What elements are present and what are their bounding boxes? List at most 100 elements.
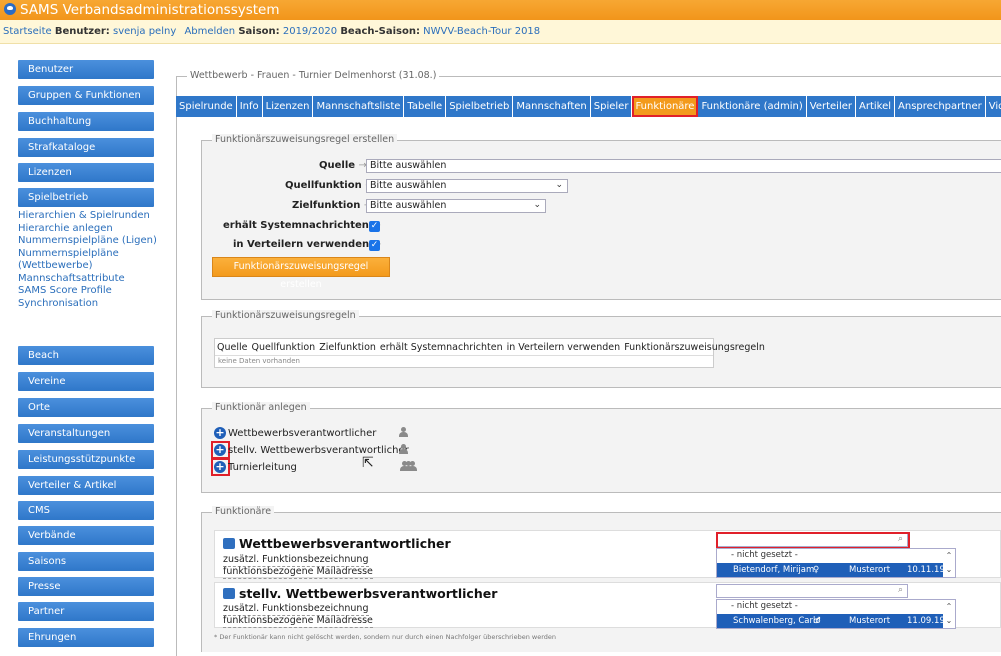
nav-buchhaltung[interactable]: Buchhaltung: [18, 112, 154, 131]
mail-field[interactable]: funktionsbezogene Mailadresse: [223, 566, 373, 579]
nav-lizenzen[interactable]: Lizenzen: [18, 163, 154, 182]
source-label: Quelle →: [319, 160, 367, 171]
subnav-nsp-wettbewerbe[interactable]: Nummernspielpläne: [18, 248, 168, 261]
nav-verbaende[interactable]: Verbände: [18, 526, 154, 545]
system-msgs-checkbox[interactable]: ✓: [369, 221, 380, 232]
col-quelle: Quelle: [217, 342, 248, 353]
create-rule-button[interactable]: Funktionärszuweisungsregel erstellen: [212, 257, 390, 290]
official-card-title: stellv. Wettbewerbsverantwortlicher: [223, 586, 497, 601]
subnav-mannschaftsattribute[interactable]: Mannschaftsattribute: [18, 273, 168, 286]
officials-legend: Funktionäre: [212, 506, 275, 518]
rules-table-header: Quelle Quellfunktion Zielfunktion erhält Sy…: [215, 339, 765, 356]
nav-veranstaltungen[interactable]: Veranstaltungen: [18, 424, 154, 443]
source-select[interactable]: Bitte auswählen: [366, 159, 1001, 173]
highlight-box: [716, 532, 910, 549]
nav-verteiler-artikel[interactable]: Verteiler & Artikel: [18, 476, 154, 495]
tab-info[interactable]: Info: [236, 96, 263, 117]
mail-field[interactable]: funktionsbezogene Mailadresse: [223, 615, 373, 628]
rules-legend: Funktionärszuweisungsregeln: [212, 310, 359, 322]
tab-videoshop[interactable]: Videosh: [985, 96, 1001, 117]
competition-legend: Wettbewerb - Frauen - Turnier Delmenhors…: [187, 70, 440, 82]
user-label: Benutzer:: [54, 26, 110, 37]
official-badge-icon: [223, 588, 235, 599]
nav-spielbetrieb[interactable]: Spielbetrieb: [18, 188, 154, 207]
app-titlebar: SAMS Verbandsadministrationssystem: [0, 0, 1001, 20]
distributors-label: in Verteilern verwenden →: [233, 239, 381, 250]
nav-orte[interactable]: Orte: [18, 398, 154, 417]
nav-vereine[interactable]: Vereine: [18, 372, 154, 391]
option-selected-person[interactable]: Schwalenberg, Carlo ♂ Musterort 11.09.19…: [717, 614, 956, 628]
single-person-icon: [398, 444, 408, 455]
add-wettbewerbsverantwortlicher-icon[interactable]: +: [214, 427, 226, 439]
create-rule-legend: Funktionärszuweisungsregel erstellen: [212, 134, 398, 146]
home-link[interactable]: Startseite: [3, 26, 52, 37]
season-link[interactable]: 2019/2020: [283, 26, 337, 37]
col-verteiler: in Verteilern verwenden: [506, 342, 621, 353]
user-link[interactable]: svenja pelny: [113, 26, 176, 37]
list-scrollbar[interactable]: ⌃ ⌄: [943, 600, 955, 628]
distributors-checkbox[interactable]: ✓: [369, 240, 380, 251]
subnav-hierarchien[interactable]: Hierarchien & Spielrunden: [18, 210, 168, 223]
nav-partner[interactable]: Partner: [18, 602, 154, 621]
official-item-turnierleitung: Turnierleitung: [228, 462, 297, 473]
nav-strafkataloge[interactable]: Strafkataloge: [18, 138, 154, 157]
col-systemnachrichten: erhält Systemnachrichten: [379, 342, 503, 353]
tab-artikel[interactable]: Artikel: [856, 96, 896, 117]
official-card-title: Wettbewerbsverantwortlicher: [223, 536, 451, 551]
nav-gruppen[interactable]: Gruppen & Funktionen: [18, 86, 154, 105]
subnav-hierarchie-anlegen[interactable]: Hierarchie anlegen: [18, 223, 168, 236]
tab-tabelle[interactable]: Tabelle: [404, 96, 447, 117]
sams-logo-icon: [4, 3, 16, 15]
source-function-select[interactable]: Bitte auswählen ⌄: [366, 179, 568, 193]
nav-benutzer[interactable]: Benutzer: [18, 60, 154, 79]
tab-ansprechpartner[interactable]: Ansprechpartner: [895, 96, 986, 117]
tab-funktionaere[interactable]: Funktionäre: [632, 96, 699, 117]
nav-cms[interactable]: CMS: [18, 501, 154, 520]
nav-saisons[interactable]: Saisons: [18, 552, 154, 571]
nav-presse[interactable]: Presse: [18, 577, 154, 596]
col-regeln: Funktionärszuweisungsregeln: [624, 342, 765, 353]
tab-spielrunde[interactable]: Spielrunde: [176, 96, 237, 117]
tab-mannschaften[interactable]: Mannschaften: [513, 96, 591, 117]
nav-leistungsstuetzpunkte[interactable]: Leistungsstützpunkte: [18, 450, 154, 469]
single-person-icon: [398, 427, 408, 438]
col-zielfunktion: Zielfunktion: [319, 342, 376, 353]
official-badge-icon: [223, 538, 235, 549]
option-not-set[interactable]: - nicht gesetzt -: [717, 549, 955, 562]
list-scrollbar[interactable]: ⌃ ⌄: [943, 549, 955, 577]
subnav-nsp-wettbewerbe-cont[interactable]: (Wettbewerbe): [18, 260, 168, 273]
beach-season-link[interactable]: NWVV-Beach-Tour 2018: [423, 26, 540, 37]
spielbetrieb-subnav: Hierarchien & Spielrunden Hierarchie anl…: [18, 210, 168, 310]
tab-lizenzen[interactable]: Lizenzen: [262, 96, 314, 117]
app-title: SAMS Verbandsadministrationssystem: [20, 2, 280, 18]
tab-spielbetrieb[interactable]: Spielbetrieb: [446, 96, 514, 117]
subnav-score-profile[interactable]: SAMS Score Profile: [18, 285, 168, 298]
logout-link[interactable]: Abmelden: [184, 26, 235, 37]
tab-spieler[interactable]: Spieler: [590, 96, 633, 117]
beach-season-label: Beach-Saison:: [340, 26, 420, 37]
subnav-nsp-ligen[interactable]: Nummernspielpläne (Ligen): [18, 235, 168, 248]
option-selected-person[interactable]: Bietendorf, Mirijam ♀ Musterort 10.11.19…: [717, 563, 956, 577]
mouse-pointer-icon: ⇱: [362, 455, 374, 471]
rules-empty-text: keine Daten vorhanden: [218, 357, 300, 365]
tab-mannschaftsliste[interactable]: Mannschaftsliste: [313, 96, 405, 117]
subnav-synchronisation[interactable]: Synchronisation: [18, 298, 168, 311]
tab-funktionaere-admin[interactable]: Funktionäre (admin): [698, 96, 807, 117]
official-select-list[interactable]: - nicht gesetzt - Bietendorf, Mirijam ♀ …: [716, 548, 956, 578]
option-not-set[interactable]: - nicht gesetzt -: [717, 600, 955, 613]
rules-table: Quelle Quellfunktion Zielfunktion erhält Sy…: [214, 338, 765, 368]
tab-bar: Spielrunde Info Lizenzen Mannschaftsliste Ta…: [176, 96, 1001, 117]
nav-beach[interactable]: Beach: [18, 346, 154, 365]
target-function-select[interactable]: Bitte auswählen ⌄: [366, 199, 546, 213]
official-search-input[interactable]: ⌕: [716, 584, 908, 598]
tab-verteiler[interactable]: Verteiler: [806, 96, 857, 117]
official-item-wettbewerbsverantwortlicher: Wettbewerbsverantwortlicher: [228, 428, 377, 439]
source-function-label: Quellfunktion →: [285, 180, 374, 191]
official-item-stellv: stellv. Wettbewerbsverantwortlicher: [228, 445, 409, 456]
official-select-list[interactable]: - nicht gesetzt - Schwalenberg, Carlo ♂ …: [716, 599, 956, 629]
footnote: * Der Funktionär kann nicht gelöscht wer…: [214, 633, 556, 641]
nav-ehrungen[interactable]: Ehrungen: [18, 628, 154, 647]
magnifier-icon: ⌕: [897, 585, 903, 595]
chevron-down-icon: ⌄: [533, 200, 541, 210]
group-people-icon: [403, 461, 413, 472]
